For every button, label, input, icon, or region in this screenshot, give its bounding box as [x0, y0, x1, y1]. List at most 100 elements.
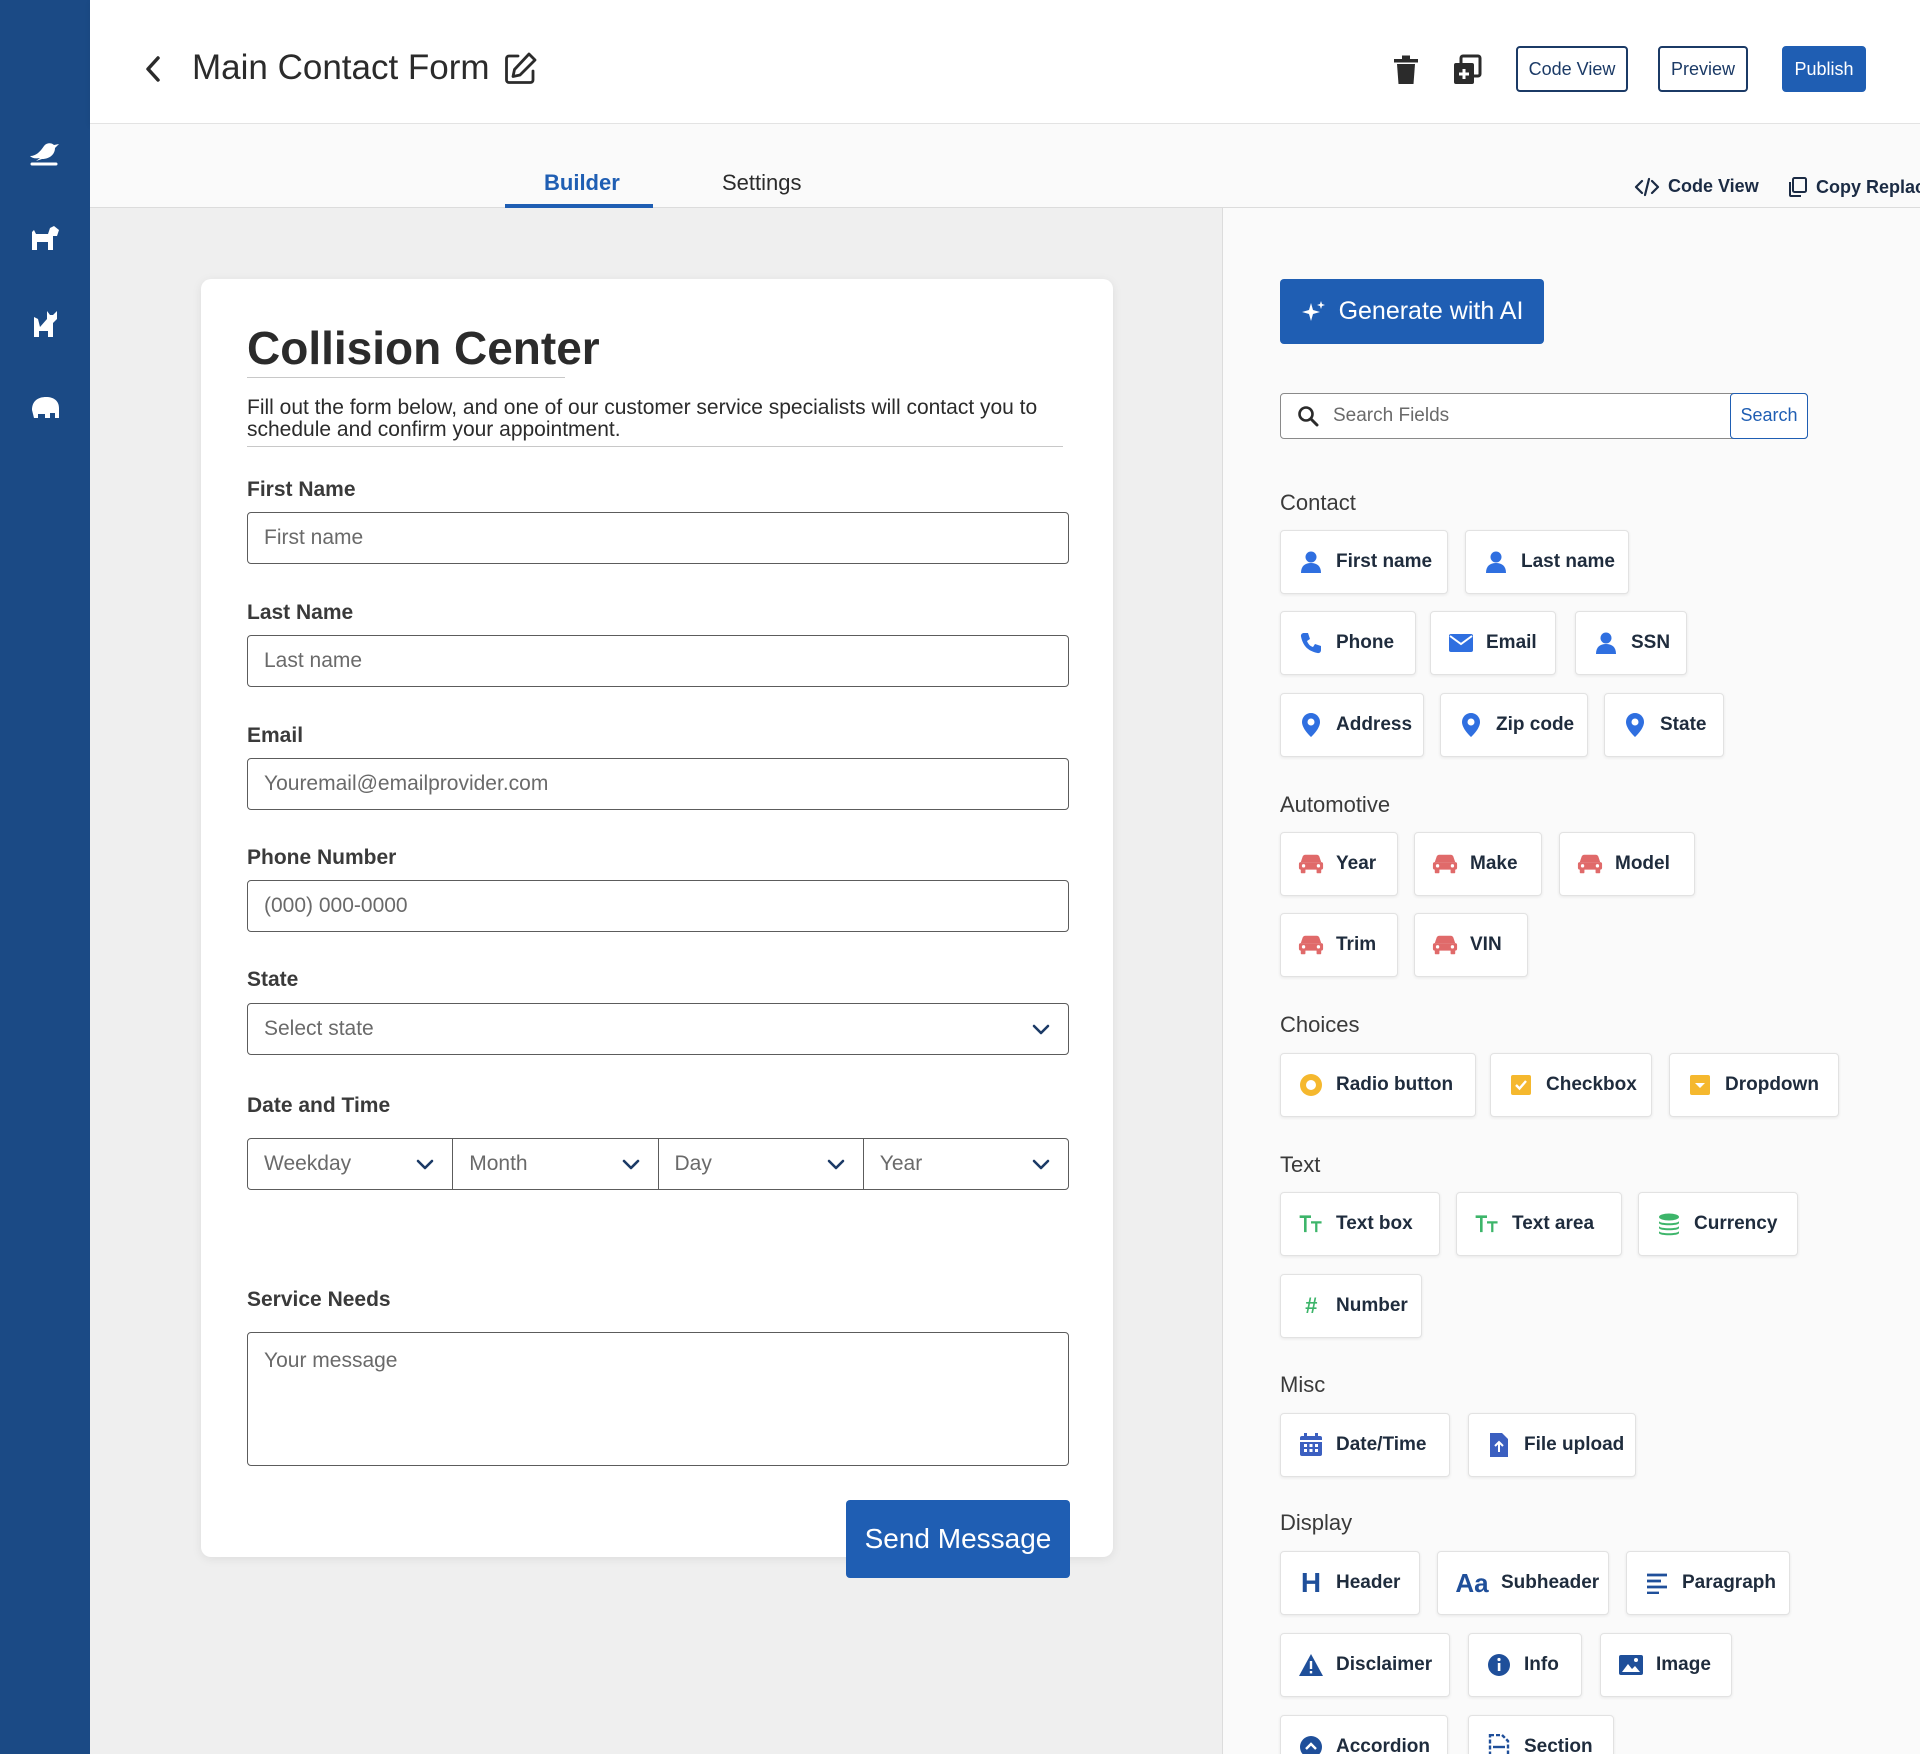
tab-settings[interactable]: Settings — [722, 170, 802, 196]
field-palette: Generate with AI Search Fields Search Co… — [1222, 208, 1920, 1754]
date-time-label: Date and Time — [247, 1094, 391, 1117]
state-select[interactable]: Select state — [247, 1003, 1069, 1055]
chip-address[interactable]: Address — [1280, 693, 1424, 757]
chip-radio-button[interactable]: Radio button — [1280, 1053, 1476, 1117]
chip-accordion[interactable]: Accordion — [1280, 1715, 1448, 1754]
chip-ssn[interactable]: SSN — [1575, 611, 1687, 675]
form-description[interactable]: Fill out the form below, and one of our … — [247, 397, 1067, 441]
day-select[interactable]: Day — [659, 1139, 864, 1189]
car-icon — [1298, 935, 1324, 955]
section-choices: Choices — [1280, 1012, 1360, 1037]
preview-button[interactable]: Preview — [1658, 46, 1748, 92]
map-pin-icon — [1302, 713, 1320, 737]
chip-number[interactable]: # Number — [1280, 1274, 1422, 1338]
day-select-value: Day — [674, 1152, 712, 1175]
chip-info-label: Info — [1524, 1654, 1559, 1675]
bird-icon[interactable] — [26, 134, 64, 172]
year-select-value: Year — [879, 1152, 923, 1175]
chip-number-label: Number — [1336, 1295, 1408, 1316]
chip-dropdown[interactable]: Dropdown — [1669, 1053, 1839, 1117]
chip-last-name[interactable]: Last name — [1465, 530, 1629, 594]
chevron-down-icon — [827, 1159, 845, 1170]
generate-with-ai-button[interactable]: Generate with AI — [1280, 279, 1544, 344]
chip-disclaimer-label: Disclaimer — [1336, 1654, 1433, 1675]
dog-icon[interactable] — [26, 218, 64, 256]
tab-builder[interactable]: Builder — [544, 170, 620, 196]
phone-input[interactable]: (000) 000-0000 — [247, 880, 1069, 932]
chip-email[interactable]: Email — [1430, 611, 1556, 675]
person-icon — [1301, 551, 1321, 573]
send-message-button[interactable]: Send Message — [846, 1500, 1070, 1578]
chevron-down-icon — [622, 1159, 639, 1170]
chip-section[interactable]: Section — [1468, 1715, 1614, 1754]
chip-disclaimer[interactable]: Disclaimer — [1280, 1633, 1450, 1697]
header-h-icon: H — [1300, 1567, 1322, 1598]
chip-header[interactable]: H Header — [1280, 1551, 1420, 1615]
chip-image[interactable]: Image — [1600, 1633, 1732, 1697]
first-name-input[interactable]: First name — [247, 512, 1069, 564]
publish-button[interactable]: Publish — [1782, 46, 1866, 92]
chip-dropdown-label: Dropdown — [1725, 1074, 1819, 1095]
chip-text-box[interactable]: Text box — [1280, 1192, 1440, 1256]
duplicate-icon[interactable] — [1452, 54, 1482, 86]
chevron-left-icon[interactable] — [142, 54, 164, 84]
car-icon — [1432, 935, 1458, 955]
form-title[interactable]: Collision Center — [247, 321, 600, 375]
trash-icon[interactable] — [1392, 54, 1420, 86]
chip-text-area-label: Text area — [1512, 1213, 1595, 1234]
code-view-button[interactable]: Code View — [1516, 46, 1628, 92]
chip-state[interactable]: State — [1604, 693, 1724, 757]
chip-paragraph-label: Paragraph — [1682, 1572, 1776, 1593]
subheader-aa-icon: Aa — [1455, 1567, 1489, 1598]
chip-info[interactable]: Info — [1468, 1633, 1582, 1697]
year-select[interactable]: Year — [864, 1139, 1068, 1189]
tabs-bar: Builder Settings Code View Copy Replace — [90, 124, 1920, 208]
chip-currency[interactable]: Currency — [1638, 1192, 1798, 1256]
sparkle-icon — [1301, 300, 1325, 321]
chip-first-name[interactable]: First name — [1280, 530, 1448, 594]
chip-phone-label: Phone — [1336, 632, 1395, 653]
divider — [247, 446, 1063, 447]
chip-text-area[interactable]: Text area — [1456, 1192, 1622, 1256]
hash-icon: # — [1304, 1293, 1318, 1318]
state-label: State — [247, 968, 299, 991]
chip-file-upload[interactable]: File upload — [1468, 1413, 1636, 1477]
chip-first-name-label: First name — [1336, 551, 1433, 572]
calendar-icon — [1300, 1433, 1322, 1456]
chip-phone[interactable]: Phone — [1280, 611, 1416, 675]
search-button[interactable]: Search — [1730, 392, 1808, 439]
email-input[interactable]: Youremail@emailprovider.com — [247, 758, 1069, 810]
map-pin-icon — [1462, 713, 1480, 737]
chip-vin[interactable]: VIN — [1414, 913, 1528, 977]
search-fields[interactable]: Search Fields Search — [1280, 392, 1808, 439]
state-select-value: Select state — [264, 1017, 374, 1040]
email-label: Email — [247, 724, 304, 747]
chip-zip-code[interactable]: Zip code — [1440, 693, 1588, 757]
car-icon — [1298, 854, 1324, 874]
copy-replace-link[interactable]: Copy Replace — [1786, 176, 1920, 198]
chip-subheader[interactable]: Aa Subheader — [1437, 1551, 1609, 1615]
chip-address-label: Address — [1336, 714, 1413, 735]
page-title: Main Contact Form — [192, 48, 490, 87]
builder-canvas: Collision Center Fill out the form below… — [90, 208, 1222, 1754]
chip-make[interactable]: Make — [1414, 832, 1542, 896]
chip-model[interactable]: Model — [1559, 832, 1695, 896]
cat-icon[interactable] — [26, 305, 64, 343]
envelope-icon — [1449, 634, 1473, 652]
elephant-icon[interactable] — [26, 388, 64, 426]
edit-icon[interactable] — [502, 51, 538, 87]
chip-year[interactable]: Year — [1280, 832, 1398, 896]
chip-year-label: Year — [1336, 853, 1377, 874]
chip-paragraph[interactable]: Paragraph — [1626, 1551, 1790, 1615]
weekday-select[interactable]: Weekday — [248, 1139, 454, 1189]
chip-make-label: Make — [1470, 853, 1518, 874]
service-needs-textarea[interactable]: Your message — [247, 1332, 1069, 1466]
chip-date-time[interactable]: Date/Time — [1280, 1413, 1450, 1477]
month-select[interactable]: Month — [453, 1139, 659, 1189]
last-name-input[interactable]: Last name — [247, 635, 1069, 687]
code-view-link[interactable]: Code View — [1634, 176, 1759, 197]
chip-trim[interactable]: Trim — [1280, 913, 1398, 977]
chevron-down-icon — [1032, 1159, 1050, 1170]
form-card: Collision Center Fill out the form below… — [201, 279, 1113, 1578]
chip-checkbox[interactable]: Checkbox — [1490, 1053, 1652, 1117]
